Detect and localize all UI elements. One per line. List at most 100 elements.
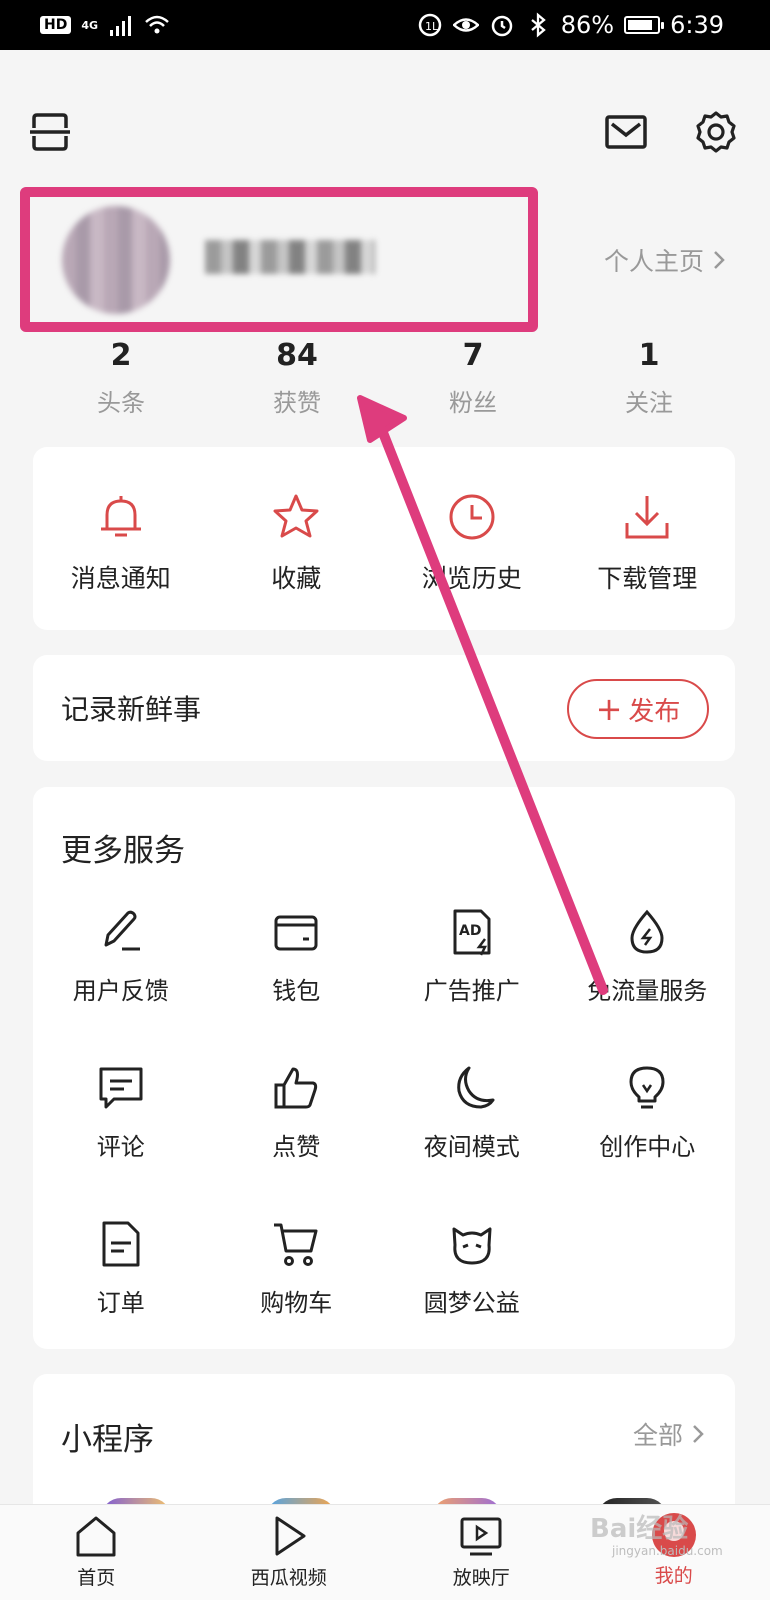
service-label: 评论	[96, 1133, 145, 1161]
service-wallet[interactable]: 钱包	[209, 907, 385, 1063]
status-left: HD 4G	[40, 12, 170, 38]
quick-label: 消息通知	[70, 564, 171, 593]
publish-label: 发布	[628, 696, 681, 727]
signal-icon	[110, 16, 132, 36]
bluetooth-icon	[531, 12, 546, 38]
stat-likes[interactable]: 84 获赞	[209, 335, 385, 418]
stat-label: 获赞	[273, 389, 321, 417]
wallet-icon	[274, 915, 318, 951]
stat-value: 1	[638, 338, 660, 373]
stat-label: 头条	[97, 389, 145, 417]
publish-button[interactable]: + 发布	[567, 679, 709, 739]
chevron-right-icon	[693, 1425, 704, 1443]
quick-actions-card: 消息通知 收藏 浏览历史 下载管理	[33, 447, 735, 630]
service-night-mode[interactable]: 夜间模式	[384, 1063, 560, 1219]
download-icon	[625, 496, 669, 539]
services-card: 更多服务 用户反馈 钱包 AD 广告推广 免流量服务 评论 点赞 夜间模式 创作…	[33, 787, 735, 1349]
bell-icon	[100, 496, 141, 537]
wifi-icon	[145, 15, 169, 34]
mail-icon[interactable]	[604, 110, 648, 154]
quick-history[interactable]: 浏览历史	[384, 447, 560, 630]
hd-badge: HD	[40, 16, 72, 34]
plus-icon: +	[595, 690, 623, 728]
status-right: 1L 86% 6:39	[417, 11, 724, 39]
highlight-annotation-box	[20, 187, 538, 332]
service-ads[interactable]: AD 广告推广	[384, 907, 560, 1063]
service-label: 免流量服务	[587, 977, 708, 1005]
homepage-link[interactable]: 个人主页	[604, 242, 726, 278]
homepage-label: 个人主页	[603, 247, 704, 276]
charity-icon	[452, 1227, 492, 1265]
lightbulb-icon	[629, 1066, 665, 1109]
service-cart[interactable]: 购物车	[209, 1219, 385, 1375]
all-label: 全部	[632, 1421, 683, 1450]
alarm-icon	[491, 15, 512, 37]
tab-home[interactable]: 首页	[0, 1505, 193, 1600]
stat-fans[interactable]: 7 粉丝	[385, 335, 561, 418]
data-saver-icon: 1L	[418, 13, 441, 37]
service-feedback[interactable]: 用户反馈	[33, 907, 209, 1063]
tab-cinema[interactable]: 放映厅	[385, 1505, 578, 1600]
service-comments[interactable]: 评论	[33, 1063, 209, 1219]
chevron-right-icon	[714, 251, 725, 269]
tv-icon	[460, 1517, 502, 1556]
gear-icon[interactable]	[694, 110, 738, 154]
stat-value: 84	[276, 338, 318, 373]
clock-time: 6:39	[670, 11, 724, 39]
stat-label: 关注	[625, 389, 673, 417]
post-prompt[interactable]: 记录新鲜事	[61, 688, 201, 728]
svg-text:AD: AD	[459, 923, 481, 939]
tab-label: 我的	[654, 1565, 693, 1587]
services-grid: 用户反馈 钱包 AD 广告推广 免流量服务 评论 点赞 夜间模式 创作中心 订单…	[33, 907, 735, 1375]
drop-icon	[630, 909, 664, 954]
mini-programs-title: 小程序	[61, 1422, 154, 1458]
clock-icon	[449, 494, 495, 540]
quick-favorites[interactable]: 收藏	[209, 447, 385, 630]
stat-following[interactable]: 1 关注	[561, 335, 737, 418]
service-label: 圆梦公益	[423, 1289, 520, 1317]
service-orders[interactable]: 订单	[33, 1219, 209, 1375]
mini-programs-all-link[interactable]: 全部	[633, 1416, 705, 1452]
status-bar: HD 4G 1L 86% 6:39	[0, 0, 770, 50]
thumbs-up-icon	[274, 1067, 318, 1109]
tab-label: 放映厅	[452, 1567, 510, 1589]
watermark-logo: Bai经验	[590, 1514, 689, 1544]
service-label: 创作中心	[599, 1133, 696, 1161]
stat-posts[interactable]: 2 头条	[33, 335, 209, 418]
stat-value: 7	[462, 338, 484, 373]
service-label: 用户反馈	[72, 977, 169, 1005]
post-card: 记录新鲜事 + 发布	[33, 655, 735, 761]
watermark-url: jingyan.baidu.com	[612, 1544, 723, 1558]
tab-label: 西瓜视频	[250, 1567, 327, 1589]
service-free-data[interactable]: 免流量服务	[560, 907, 736, 1063]
cart-icon	[274, 1223, 318, 1266]
service-charity[interactable]: 圆梦公益	[384, 1219, 560, 1375]
tab-xigua-video[interactable]: 西瓜视频	[193, 1505, 386, 1600]
stat-value: 2	[110, 338, 132, 373]
service-label: 广告推广	[423, 977, 520, 1005]
tab-label: 首页	[77, 1567, 116, 1589]
battery-fill	[628, 20, 653, 30]
scan-frame-icon[interactable]	[28, 110, 72, 154]
pen-icon	[104, 910, 140, 951]
comment-icon	[99, 1067, 143, 1109]
service-label: 夜间模式	[423, 1133, 520, 1161]
service-creator-center[interactable]: 创作中心	[560, 1063, 736, 1219]
quick-label: 下载管理	[597, 564, 698, 593]
service-label: 点赞	[272, 1133, 321, 1161]
quick-downloads[interactable]: 下载管理	[560, 447, 736, 630]
service-label: 订单	[96, 1289, 145, 1317]
services-title: 更多服务	[61, 833, 185, 869]
star-icon	[273, 494, 319, 538]
svg-text:1L: 1L	[425, 20, 439, 33]
ad-icon: AD	[453, 909, 491, 956]
battery-icon	[624, 16, 665, 34]
service-likes[interactable]: 点赞	[209, 1063, 385, 1219]
moon-icon	[456, 1066, 495, 1109]
home-icon	[76, 1516, 116, 1557]
service-label: 购物车	[260, 1289, 333, 1317]
stat-label: 粉丝	[449, 389, 497, 417]
quick-notifications[interactable]: 消息通知	[33, 447, 209, 630]
network-label: 4G	[81, 18, 99, 32]
service-label: 钱包	[272, 977, 321, 1005]
